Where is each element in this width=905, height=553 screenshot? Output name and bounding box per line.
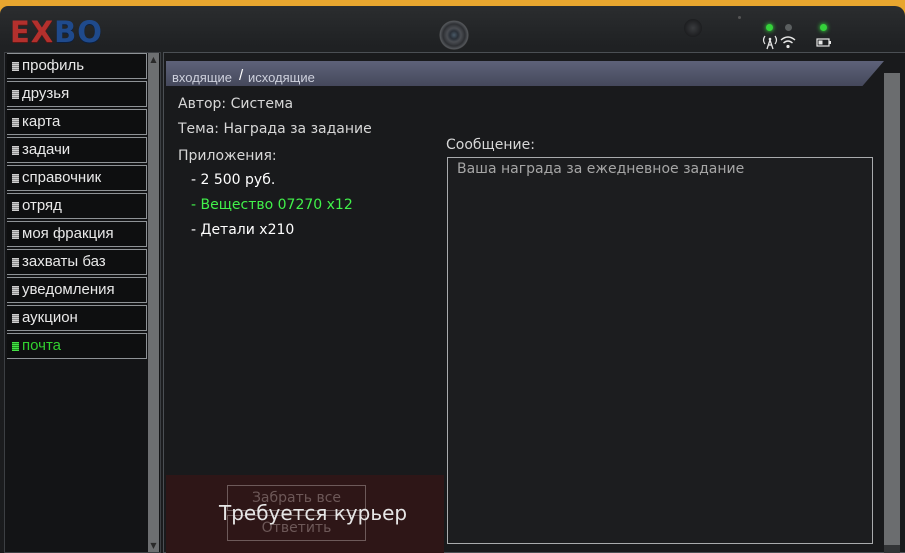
sidebar-item-profile[interactable]: профиль bbox=[7, 53, 147, 79]
sidebar-item-friends[interactable]: друзья bbox=[7, 81, 147, 107]
bullet-icon bbox=[12, 313, 19, 323]
mail-subject: Тема: Награда за задание bbox=[178, 121, 372, 137]
sidebar-item-label: захваты баз bbox=[22, 253, 106, 270]
attachment-item: - Детали x210 bbox=[191, 222, 295, 238]
sidebar-item-tasks[interactable]: задачи bbox=[7, 137, 147, 163]
antenna-icon bbox=[762, 35, 778, 50]
indicator-dot bbox=[738, 16, 741, 19]
attachment-item: - 2 500 руб. bbox=[191, 172, 276, 188]
sidebar-item-label: моя фракция bbox=[22, 225, 114, 242]
logo-part-bo: BO bbox=[54, 15, 103, 49]
battery-led bbox=[820, 24, 827, 31]
signal-led bbox=[766, 24, 773, 31]
sidebar-item-auction[interactable]: аукцион bbox=[7, 305, 147, 331]
sidebar-item-base-captures[interactable]: захваты баз bbox=[7, 249, 147, 275]
sidebar-item-label: друзья bbox=[22, 85, 70, 102]
sidebar-nav: профиль друзья карта задачи справочник о… bbox=[7, 53, 147, 361]
sidebar-item-notifications[interactable]: уведомления bbox=[7, 277, 147, 303]
tab-inbox[interactable]: входящие bbox=[172, 70, 232, 85]
tab-outbox[interactable]: исходящие bbox=[248, 70, 315, 85]
courier-required-notice: Требуется курьер bbox=[219, 501, 408, 525]
sidebar-item-label: профиль bbox=[22, 57, 85, 74]
sidebar-item-label: уведомления bbox=[22, 281, 115, 298]
bullet-icon bbox=[12, 201, 19, 211]
bullet-icon bbox=[12, 61, 19, 71]
attachments-label: Приложения: bbox=[178, 148, 277, 164]
sidebar-item-my-faction[interactable]: моя фракция bbox=[7, 221, 147, 247]
bullet-icon bbox=[12, 229, 19, 239]
scroll-up-icon[interactable]: ▲ bbox=[149, 55, 158, 64]
sidebar: профиль друзья карта задачи справочник о… bbox=[4, 52, 161, 553]
bullet-icon bbox=[12, 145, 19, 155]
exbo-logo: EX BO bbox=[10, 15, 103, 49]
message-body: Ваша награда за ежедневное задание bbox=[447, 157, 873, 544]
sidebar-item-label: справочник bbox=[22, 169, 102, 186]
wifi-led bbox=[785, 24, 792, 31]
sensor-icon bbox=[684, 19, 702, 37]
sidebar-item-label: задачи bbox=[22, 141, 71, 158]
battery-icon bbox=[816, 38, 831, 47]
scroll-down-icon[interactable]: ▼ bbox=[149, 541, 158, 550]
bullet-icon bbox=[12, 89, 19, 99]
wifi-icon bbox=[780, 36, 796, 49]
sidebar-item-reference[interactable]: справочник bbox=[7, 165, 147, 191]
attachment-item: - Вещество 07270 x12 bbox=[191, 197, 353, 213]
sidebar-item-squad[interactable]: отряд bbox=[7, 193, 147, 219]
mail-author: Автор: Система bbox=[178, 96, 294, 112]
camera-icon bbox=[439, 20, 469, 50]
sidebar-item-label: карта bbox=[22, 113, 61, 130]
bullet-icon bbox=[12, 257, 19, 267]
mail-tabs: входящие / исходящие bbox=[166, 61, 884, 86]
bullet-icon bbox=[12, 341, 19, 351]
sidebar-item-map[interactable]: карта bbox=[7, 109, 147, 135]
mail-panel: входящие / исходящие Автор: Система Тема… bbox=[163, 52, 905, 553]
sidebar-item-label: отряд bbox=[22, 197, 62, 214]
logo-part-ex: EX bbox=[10, 15, 55, 49]
sidebar-scrollbar[interactable]: ▲ ▼ bbox=[148, 53, 159, 552]
bullet-icon bbox=[12, 173, 19, 183]
panel-scrollbar[interactable] bbox=[884, 73, 900, 553]
bullet-icon bbox=[12, 117, 19, 127]
sidebar-item-mail[interactable]: почта bbox=[7, 333, 147, 359]
sidebar-item-label: почта bbox=[22, 337, 61, 354]
scrollbar-thumb[interactable] bbox=[884, 73, 900, 545]
message-label: Сообщение: bbox=[446, 137, 535, 153]
tab-separator: / bbox=[239, 67, 244, 84]
bullet-icon bbox=[12, 285, 19, 295]
sidebar-item-label: аукцион bbox=[22, 309, 78, 326]
